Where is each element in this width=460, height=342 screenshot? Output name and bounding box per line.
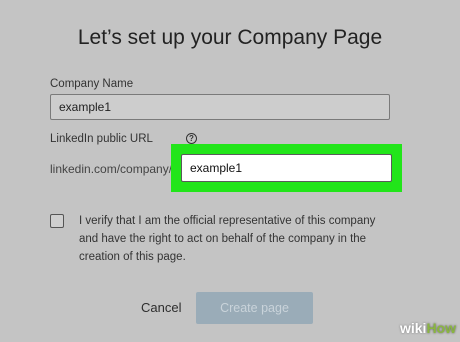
company-name-value: example1	[59, 100, 112, 114]
public-url-input[interactable]: example1	[181, 154, 392, 182]
watermark-wiki: wiki	[399, 320, 427, 336]
create-page-label: Create page	[220, 301, 289, 315]
create-page-button[interactable]: Create page	[196, 292, 313, 324]
url-prefix: linkedin.com/company/	[50, 162, 173, 176]
company-name-input[interactable]: example1	[50, 94, 390, 120]
public-url-value: example1	[190, 161, 243, 175]
watermark-how: How	[426, 320, 456, 336]
company-name-label: Company Name	[50, 78, 134, 90]
verify-checkbox[interactable]	[50, 214, 64, 228]
cancel-button[interactable]: Cancel	[141, 300, 181, 315]
verify-text: I verify that I am the official represen…	[79, 215, 376, 263]
url-label: LinkedIn public URL	[50, 133, 153, 145]
wikihow-watermark: wikiHow	[370, 318, 456, 338]
page-title: Let’s set up your Company Page	[77, 26, 383, 49]
question-circle-icon[interactable]: ?	[186, 133, 197, 144]
